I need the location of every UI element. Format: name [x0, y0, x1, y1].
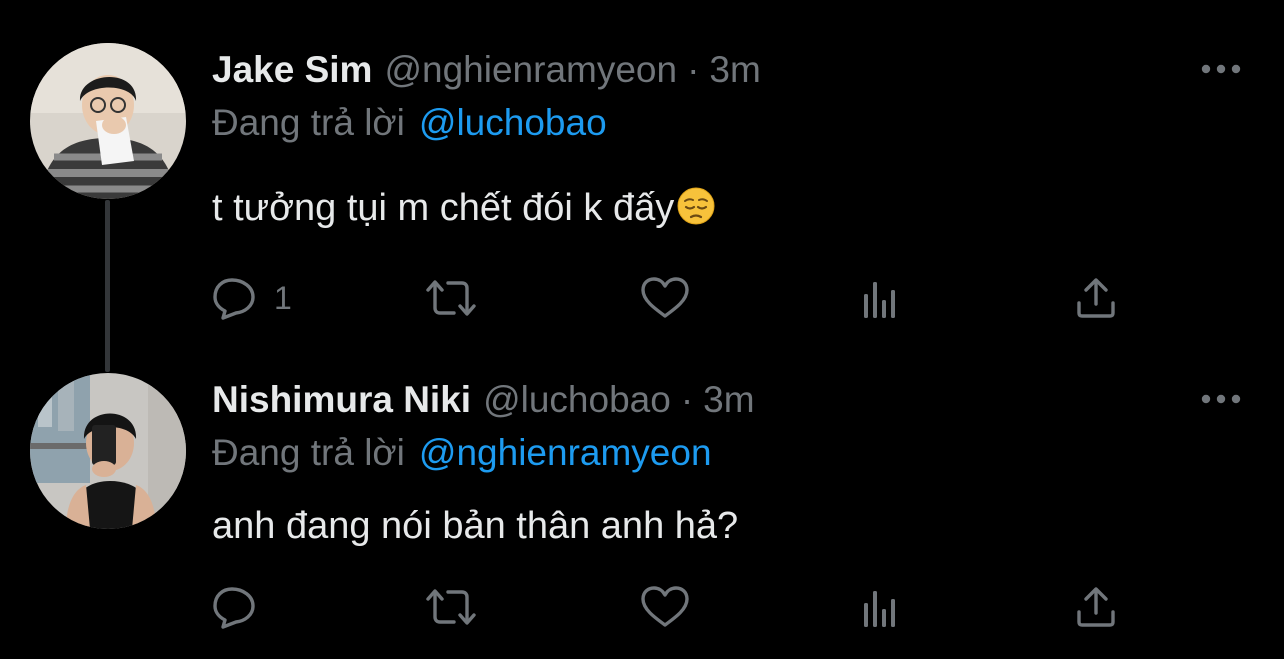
replying-to-label: Đang trả lời	[212, 432, 405, 473]
replying-to-label: Đang trả lời	[212, 102, 405, 143]
avatar[interactable]	[30, 43, 186, 199]
tweet[interactable]: Nishimura Niki @luchobao · 3m Đang trả lời @…	[0, 330, 1284, 659]
reply-icon	[213, 587, 255, 629]
analytics-icon	[864, 591, 895, 627]
heart-icon	[641, 586, 689, 627]
tweet-text-content: anh đang nói bản thân anh hả?	[212, 505, 739, 547]
reply-count: 1	[274, 280, 292, 316]
tweet-actions: 1	[212, 273, 1132, 323]
retweet-icon	[426, 589, 476, 625]
timestamp[interactable]: 3m	[703, 379, 754, 420]
tweet-header: Nishimura Niki @luchobao · 3m	[212, 375, 755, 425]
tweet-text: t tưởng tụi m chết đói k đấy	[212, 182, 716, 234]
pensive-face-emoji-icon	[677, 187, 715, 225]
reply-to-handle-link[interactable]: @nghienramyeon	[419, 432, 712, 473]
timestamp[interactable]: 3m	[709, 49, 760, 90]
more-button[interactable]	[1196, 384, 1246, 414]
share-button[interactable]	[1074, 273, 1118, 323]
reply-icon	[213, 278, 255, 320]
avatar-photo	[30, 43, 186, 199]
analytics-icon	[864, 282, 895, 318]
share-icon	[1077, 587, 1115, 627]
reply-button[interactable]	[212, 582, 258, 632]
tweet-actions	[212, 582, 1132, 632]
views-button[interactable]	[858, 273, 902, 323]
tweet[interactable]: Jake Sim @nghienramyeon · 3m Đang trả lời @l…	[0, 0, 1284, 372]
more-button[interactable]	[1196, 54, 1246, 84]
more-dots-icon	[1201, 394, 1241, 404]
retweet-button[interactable]	[423, 273, 479, 323]
separator-dot: ·	[680, 379, 694, 420]
reply-button[interactable]: 1	[212, 273, 292, 323]
reply-to-handle-link[interactable]: @luchobao	[419, 102, 607, 143]
like-button[interactable]	[640, 273, 690, 323]
replying-to: Đang trả lời @nghienramyeon	[212, 428, 712, 478]
tweet-header: Jake Sim @nghienramyeon · 3m	[212, 45, 761, 95]
heart-icon	[641, 277, 689, 318]
tweet-text: anh đang nói bản thân anh hả?	[212, 500, 738, 552]
separator-dot: ·	[687, 49, 700, 90]
tweet-text-content: t tưởng tụi m chết đói k đấy	[212, 187, 675, 229]
display-name[interactable]: Nishimura Niki	[212, 379, 471, 420]
share-icon	[1077, 278, 1115, 318]
display-name[interactable]: Jake Sim	[212, 49, 372, 90]
retweet-button[interactable]	[423, 582, 479, 632]
replying-to: Đang trả lời @luchobao	[212, 98, 607, 148]
more-dots-icon	[1201, 64, 1241, 74]
views-button[interactable]	[858, 582, 902, 632]
user-handle[interactable]: @luchobao	[483, 379, 671, 420]
user-handle[interactable]: @nghienramyeon	[384, 49, 677, 90]
avatar[interactable]	[30, 373, 186, 529]
like-button[interactable]	[640, 582, 690, 632]
avatar-photo	[30, 373, 186, 529]
retweet-icon	[426, 280, 476, 316]
share-button[interactable]	[1074, 582, 1118, 632]
